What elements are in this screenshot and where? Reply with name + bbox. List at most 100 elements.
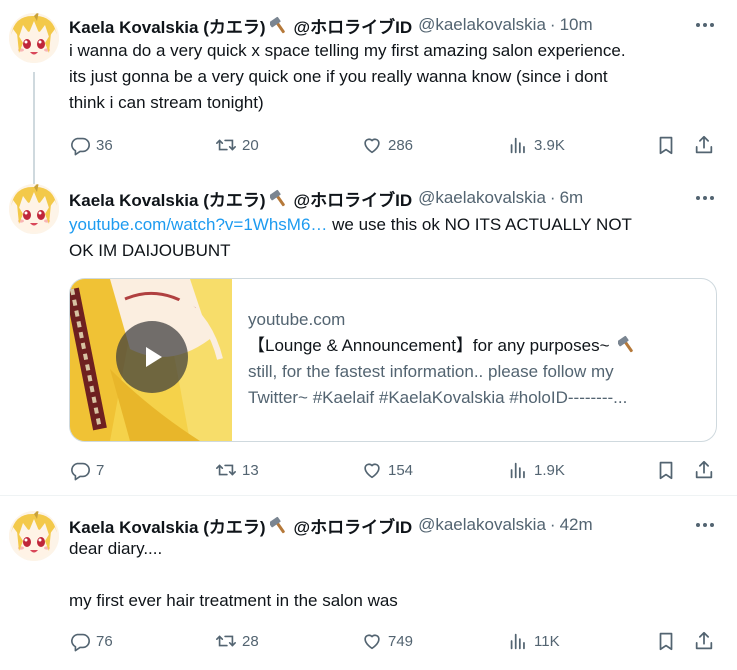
tweet[interactable]: Kaela Kovalskia (カエラ) @ホロライブID @kaelakov… <box>0 497 737 670</box>
like-icon <box>361 459 383 481</box>
like-icon <box>361 134 383 156</box>
tweet-text-line: youtube.com/watch?v=1WhsM6… we use this … <box>69 212 709 238</box>
tweet-text-line: OK IM DAIJOUBUNT <box>69 241 231 260</box>
like-count: 286 <box>388 136 414 154</box>
tweet-text-fragment: we use this ok NO ITS ACTUALLY NOT <box>327 215 632 234</box>
video-thumbnail[interactable] <box>70 279 232 441</box>
user-handle[interactable]: @kaelakovalskia <box>418 188 546 208</box>
reply-icon <box>69 459 91 481</box>
reply-button[interactable]: 36 <box>69 133 113 157</box>
share-icon <box>693 134 715 156</box>
views-count: 3.9K <box>534 136 565 154</box>
tweet-actions: 36 20 286 3.9K <box>69 133 721 157</box>
avatar[interactable] <box>9 184 59 234</box>
share-button[interactable] <box>693 629 715 653</box>
reply-icon <box>69 630 91 652</box>
link-preview-card[interactable]: youtube.com 【Lounge & Announcement】for a… <box>69 278 717 442</box>
reply-button[interactable]: 76 <box>69 629 113 653</box>
like-count: 154 <box>388 461 414 479</box>
timestamp[interactable]: 42m <box>560 515 593 535</box>
like-button[interactable]: 154 <box>361 458 413 482</box>
org-handle[interactable]: @ホロライブID <box>294 13 413 38</box>
retweet-button[interactable]: 28 <box>215 629 259 653</box>
tweet[interactable]: Kaela Kovalskia (カエラ) @ホロライブID @kaelakov… <box>0 178 737 496</box>
views-icon <box>507 630 529 652</box>
tweet-actions: 76 28 749 11K <box>69 629 721 653</box>
tweet-header: Kaela Kovalskia (カエラ) @ホロライブID @kaelakov… <box>69 186 583 210</box>
retweet-icon <box>215 459 237 481</box>
card-domain: youtube.com <box>248 310 346 329</box>
tweet-text-line: its just gonna be a very quick one if yo… <box>69 67 608 86</box>
hammer-icon <box>618 334 638 354</box>
more-icon[interactable] <box>693 513 717 537</box>
views-button[interactable]: 3.9K <box>507 133 565 157</box>
bookmark-icon <box>655 630 677 652</box>
tweet-text-line: i wanna do a very quick x space telling … <box>69 41 626 60</box>
card-info: youtube.com 【Lounge & Announcement】for a… <box>248 307 698 411</box>
reply-icon <box>69 134 91 156</box>
tweet[interactable]: Kaela Kovalskia (カエラ) @ホロライブID @kaelakov… <box>0 0 737 178</box>
youtube-link[interactable]: youtube.com/watch?v=1WhsM6… <box>69 215 327 234</box>
card-description: Twitter~ #Kaelaif #KaelaKovalskia #holoI… <box>248 388 628 407</box>
user-handle[interactable]: @kaelakovalskia <box>418 515 546 535</box>
views-button[interactable]: 1.9K <box>507 458 565 482</box>
timestamp[interactable]: 6m <box>560 188 584 208</box>
bookmark-button[interactable] <box>655 458 677 482</box>
tweet-actions: 7 13 154 1.9K <box>69 458 721 482</box>
hammer-icon <box>270 188 290 208</box>
tweet-text-line: think i can stream tonight) <box>69 93 264 112</box>
tweet-text: dear diary.... my first ever hair treatm… <box>69 536 709 614</box>
tweet-header: Kaela Kovalskia (カエラ) @ホロライブID @kaelakov… <box>69 13 593 37</box>
retweet-button[interactable]: 20 <box>215 133 259 157</box>
display-name[interactable]: Kaela Kovalskia (カエラ) <box>69 13 266 38</box>
display-name[interactable]: Kaela Kovalskia (カエラ) <box>69 513 266 538</box>
separator-dot: · <box>549 188 556 207</box>
hammer-icon <box>270 15 290 35</box>
tweet-header: Kaela Kovalskia (カエラ) @ホロライブID @kaelakov… <box>69 513 593 537</box>
org-handle[interactable]: @ホロライブID <box>294 186 413 211</box>
tweet-text: i wanna do a very quick x space telling … <box>69 38 709 116</box>
reply-count: 76 <box>96 632 113 650</box>
more-icon[interactable] <box>693 186 717 210</box>
reply-button[interactable]: 7 <box>69 458 104 482</box>
display-name[interactable]: Kaela Kovalskia (カエラ) <box>69 186 266 211</box>
tweet-text-line: dear diary.... <box>69 539 163 558</box>
retweet-count: 13 <box>242 461 259 479</box>
views-icon <box>507 459 529 481</box>
share-icon <box>693 630 715 652</box>
play-icon[interactable] <box>116 321 188 393</box>
hammer-icon <box>270 515 290 535</box>
reply-count: 36 <box>96 136 113 154</box>
views-count: 11K <box>534 632 560 650</box>
views-icon <box>507 134 529 156</box>
reply-count: 7 <box>96 461 105 479</box>
retweet-icon <box>215 630 237 652</box>
like-button[interactable]: 749 <box>361 629 413 653</box>
separator-dot: · <box>549 15 556 34</box>
retweet-button[interactable]: 13 <box>215 458 259 482</box>
like-icon <box>361 630 383 652</box>
card-title: 【Lounge & Announcement】for any purposes~ <box>248 333 698 359</box>
org-handle[interactable]: @ホロライブID <box>294 513 413 538</box>
avatar[interactable] <box>9 511 59 561</box>
share-button[interactable] <box>693 458 715 482</box>
bookmark-button[interactable] <box>655 133 677 157</box>
bookmark-icon <box>655 134 677 156</box>
more-icon[interactable] <box>693 13 717 37</box>
share-button[interactable] <box>693 133 715 157</box>
views-button[interactable]: 11K <box>507 629 560 653</box>
card-description: still, for the fastest information.. ple… <box>248 362 614 381</box>
tweet-text-line: my first ever hair treatment in the salo… <box>69 591 398 610</box>
bookmark-button[interactable] <box>655 629 677 653</box>
share-icon <box>693 459 715 481</box>
bookmark-icon <box>655 459 677 481</box>
avatar[interactable] <box>9 13 59 63</box>
timestamp[interactable]: 10m <box>560 15 593 35</box>
retweet-icon <box>215 134 237 156</box>
like-count: 749 <box>388 632 414 650</box>
user-handle[interactable]: @kaelakovalskia <box>418 15 546 35</box>
separator-dot: · <box>549 515 556 534</box>
views-count: 1.9K <box>534 461 565 479</box>
like-button[interactable]: 286 <box>361 133 413 157</box>
